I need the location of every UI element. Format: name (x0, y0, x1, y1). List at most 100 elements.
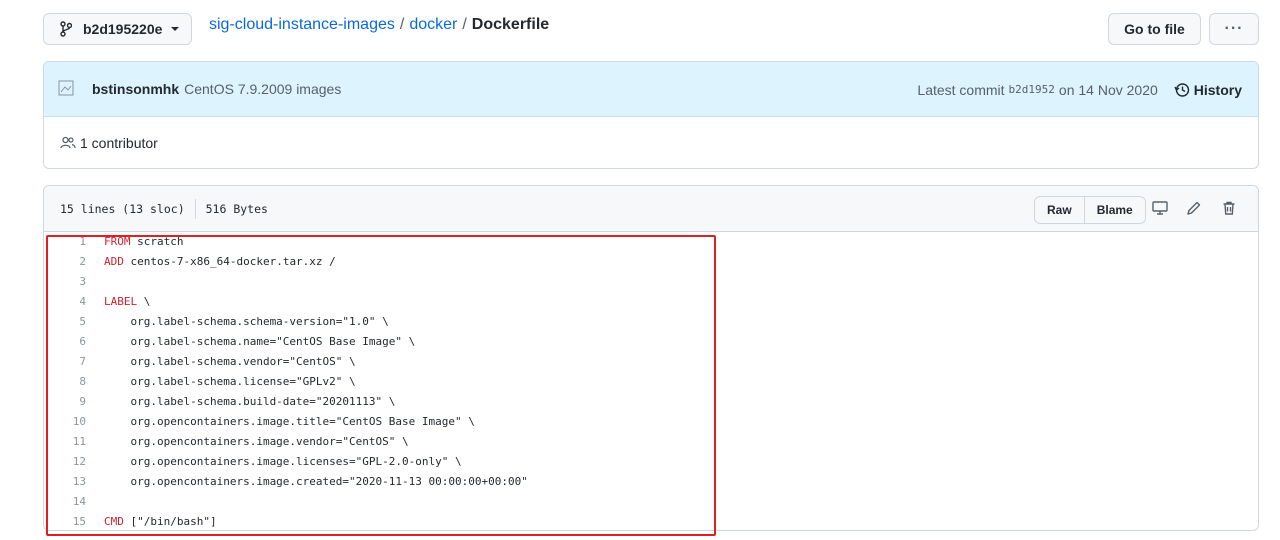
line-content (86, 272, 104, 292)
line-number[interactable]: 11 (44, 432, 86, 452)
people-icon (60, 136, 76, 149)
line-content: org.opencontainers.image.vendor="CentOS"… (86, 432, 409, 452)
line-number[interactable]: 12 (44, 452, 86, 472)
commit-date: on 14 Nov 2020 (1058, 81, 1158, 98)
desktop-icon[interactable] (1150, 198, 1170, 218)
latest-commit-bar: bstinsonmhk CentOS 7.9.2009 images Lates… (44, 62, 1258, 117)
file-size: 516 Bytes (205, 201, 268, 216)
code-text: ["/bin/bash"] (123, 515, 217, 528)
code-text: org.label-schema.license="GPLv2" \ (104, 375, 356, 388)
commit-meta: Latest commit b2d1952 on 14 Nov 2020 His… (917, 62, 1242, 117)
file-header: 15 lines (13 sloc) 516 Bytes Raw Blame (44, 186, 1258, 232)
line-content: org.label-schema.build-date="20201113" \ (86, 392, 395, 412)
code-line: 8 org.label-schema.license="GPLv2" \ (44, 372, 1258, 392)
chevron-down-icon (171, 27, 180, 31)
branch-selector-button[interactable]: b2d195220e (43, 13, 192, 45)
code-keyword: FROM (104, 235, 131, 248)
code-line: 7 org.label-schema.vendor="CentOS" \ (44, 352, 1258, 372)
line-content: CMD ["/bin/bash"] (86, 512, 217, 530)
file-actions-group: Raw Blame (1034, 196, 1146, 224)
history-icon (1174, 82, 1189, 97)
line-content: org.opencontainers.image.licenses="GPL-2… (86, 452, 462, 472)
line-number[interactable]: 15 (44, 512, 86, 530)
breadcrumb-current-file: Dockerfile (471, 16, 550, 33)
code-line: 12 org.opencontainers.image.licenses="GP… (44, 452, 1258, 472)
contributors-count-link[interactable]: 1 contributor (80, 135, 158, 151)
breadcrumb: sig-cloud-instance-images / docker / Doc… (209, 16, 549, 34)
line-content: org.opencontainers.image.created="2020-1… (86, 472, 528, 492)
header-divider (194, 198, 196, 219)
code-line: 14 (44, 492, 1258, 512)
code-line: 15 CMD ["/bin/bash"] (44, 512, 1258, 530)
more-options-button[interactable]: ··· (1209, 13, 1259, 45)
commit-info-box: bstinsonmhk CentOS 7.9.2009 images Lates… (43, 61, 1259, 169)
code-text: org.opencontainers.image.title="CentOS B… (104, 415, 475, 428)
line-number[interactable]: 1 (44, 232, 86, 252)
code-text: org.opencontainers.image.licenses="GPL-2… (104, 455, 462, 468)
file-viewer: 15 lines (13 sloc) 516 Bytes Raw Blame 1… (43, 185, 1259, 531)
code-text: centos-7-x86_64-docker.tar.xz / (123, 255, 336, 268)
breadcrumb-separator: / (399, 16, 405, 33)
code-text: org.label-schema.vendor="CentOS" \ (104, 355, 356, 368)
code-line: 2 ADD centos-7-x86_64-docker.tar.xz / (44, 252, 1258, 272)
commit-message-link[interactable]: CentOS 7.9.2009 images (184, 81, 341, 97)
code-listing: 1 FROM scratch 2 ADD centos-7-x86_64-docker… (44, 232, 1258, 530)
raw-button[interactable]: Raw (1035, 197, 1085, 223)
latest-commit-label: Latest commit (917, 81, 1005, 98)
line-number[interactable]: 7 (44, 352, 86, 372)
trash-icon[interactable] (1219, 198, 1239, 218)
breadcrumb-dir-link[interactable]: docker (409, 16, 457, 34)
line-number[interactable]: 2 (44, 252, 86, 272)
line-content: org.label-schema.license="GPLv2" \ (86, 372, 356, 392)
code-line: 11 org.opencontainers.image.vendor="Cent… (44, 432, 1258, 452)
commit-author-link[interactable]: bstinsonmhk (92, 81, 179, 97)
pencil-icon[interactable] (1184, 198, 1204, 218)
line-content: org.opencontainers.image.title="CentOS B… (86, 412, 475, 432)
avatar[interactable] (58, 77, 78, 101)
history-label: History (1193, 81, 1242, 98)
line-number[interactable]: 3 (44, 272, 86, 292)
line-content: ADD centos-7-x86_64-docker.tar.xz / (86, 252, 336, 272)
history-link[interactable]: History (1174, 82, 1242, 98)
code-text: scratch (130, 235, 184, 248)
go-to-file-button[interactable]: Go to file (1108, 13, 1201, 45)
code-text: org.opencontainers.image.vendor="CentOS"… (104, 435, 409, 448)
code-text: org.label-schema.schema-version="1.0" \ (104, 315, 389, 328)
branch-name: b2d195220e (83, 21, 163, 37)
code-line: 13 org.opencontainers.image.created="202… (44, 472, 1258, 492)
line-number[interactable]: 13 (44, 472, 86, 492)
line-content: org.label-schema.vendor="CentOS" \ (86, 352, 356, 372)
code-keyword: CMD (104, 515, 124, 528)
code-text: org.label-schema.name="CentOS Base Image… (104, 335, 416, 348)
file-navigation: b2d195220e sig-cloud-instance-images / d… (43, 13, 1259, 45)
code-line: 6 org.label-schema.name="CentOS Base Ima… (44, 332, 1258, 352)
breadcrumb-repo-link[interactable]: sig-cloud-instance-images (209, 16, 395, 34)
line-content: org.label-schema.schema-version="1.0" \ (86, 312, 389, 332)
line-number[interactable]: 4 (44, 292, 86, 312)
line-number[interactable]: 8 (44, 372, 86, 392)
line-number[interactable]: 10 (44, 412, 86, 432)
file-line-count: 15 lines (13 sloc) (60, 201, 185, 216)
line-content (86, 492, 104, 512)
line-content: FROM scratch (86, 232, 183, 252)
git-branch-icon (60, 21, 74, 37)
contributors-row: 1 contributor (44, 117, 1258, 168)
line-content: org.label-schema.name="CentOS Base Image… (86, 332, 415, 352)
code-text: org.label-schema.build-date="20201113" \ (104, 395, 396, 408)
code-line: 5 org.label-schema.schema-version="1.0" … (44, 312, 1258, 332)
code-keyword: LABEL (104, 295, 138, 308)
commit-sha-link[interactable]: b2d1952 (1009, 83, 1055, 96)
code-line: 10 org.opencontainers.image.title="CentO… (44, 412, 1258, 432)
line-number[interactable]: 6 (44, 332, 86, 352)
code-line: 4 LABEL \ (44, 292, 1258, 312)
line-number[interactable]: 14 (44, 492, 86, 512)
line-number[interactable]: 5 (44, 312, 86, 332)
blame-button[interactable]: Blame (1085, 197, 1145, 223)
code-line: 3 (44, 272, 1258, 292)
code-text: org.opencontainers.image.created="2020-1… (104, 475, 528, 488)
code-keyword: ADD (104, 255, 124, 268)
code-line: 9 org.label-schema.build-date="20201113"… (44, 392, 1258, 412)
line-content: LABEL \ (86, 292, 150, 312)
line-number[interactable]: 9 (44, 392, 86, 412)
code-text: \ (137, 295, 151, 308)
